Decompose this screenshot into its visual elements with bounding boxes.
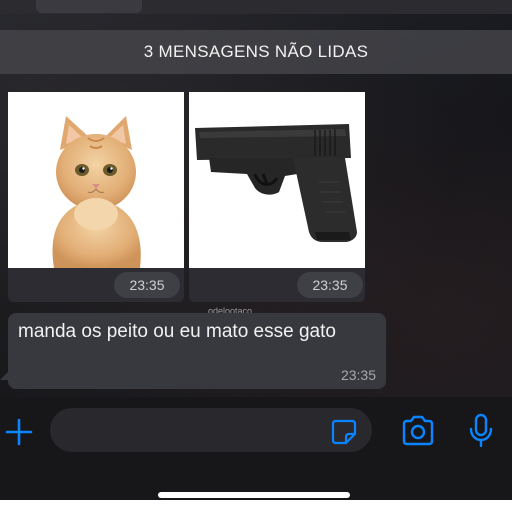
top-edge xyxy=(0,0,512,14)
image-timestamp: 23:35 xyxy=(297,272,363,298)
top-edge-bar xyxy=(36,0,142,13)
plus-icon xyxy=(5,418,33,446)
chat-screen: 3 MENSAGENS NÃO LIDAS 23:35 23:35 odeloo… xyxy=(0,0,512,512)
sticker-icon xyxy=(331,419,357,445)
pistol-illustration xyxy=(195,124,357,242)
sticker-button[interactable] xyxy=(330,418,358,446)
message-timestamp: 23:35 xyxy=(340,367,376,383)
home-indicator xyxy=(158,492,350,498)
message-text: manda os peito ou eu mato esse gato xyxy=(18,321,336,342)
attach-button[interactable] xyxy=(4,417,34,447)
camera-button[interactable] xyxy=(400,415,436,447)
image-timestamp: 23:35 xyxy=(114,272,180,298)
cat-image[interactable] xyxy=(8,92,184,268)
unread-messages-label: 3 MENSAGENS NÃO LIDAS xyxy=(143,42,369,61)
text-message-bubble[interactable]: manda os peito ou eu mato esse gato 23:3… xyxy=(8,313,386,389)
pistol-image[interactable] xyxy=(189,92,365,268)
camera-icon xyxy=(402,415,434,446)
bottom-edge xyxy=(0,500,512,512)
image-message-pistol[interactable]: 23:35 xyxy=(189,92,365,302)
unread-messages-banner: 3 MENSAGENS NÃO LIDAS xyxy=(0,30,512,74)
image-message-cat[interactable]: 23:35 xyxy=(8,92,184,302)
cat-illustration xyxy=(52,116,141,268)
microphone-icon xyxy=(469,413,493,448)
message-input[interactable] xyxy=(50,408,372,452)
microphone-button[interactable] xyxy=(466,413,496,449)
